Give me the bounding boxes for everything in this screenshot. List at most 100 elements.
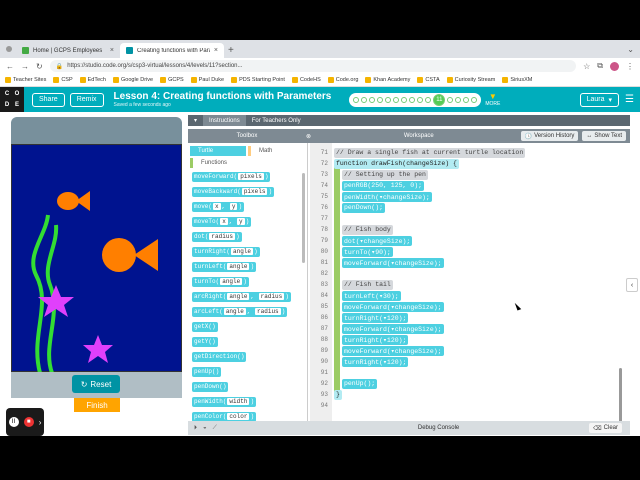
- level-dot[interactable]: [455, 96, 462, 103]
- back-icon[interactable]: ←: [6, 62, 14, 71]
- tab-teachers-only[interactable]: For Teachers Only: [246, 115, 307, 126]
- code-line[interactable]: 93}: [310, 389, 626, 400]
- watch-icon[interactable]: ◒: [203, 425, 207, 432]
- code-block[interactable]: moveForward(▾changeSize);: [342, 257, 444, 268]
- tab-instructions[interactable]: Instructions: [203, 115, 246, 126]
- level-dot[interactable]: [369, 96, 376, 103]
- code-block[interactable]: penUp();: [342, 378, 378, 389]
- finish-button[interactable]: Finish: [74, 398, 120, 412]
- reload-icon[interactable]: ↻: [36, 62, 43, 71]
- code-line[interactable]: 86 turnRight(▾120);: [310, 312, 626, 323]
- user-menu-button[interactable]: Laura ▾: [579, 92, 620, 107]
- toolbox-block-penDown[interactable]: penDown(): [192, 382, 229, 392]
- code-line[interactable]: 75 penWidth(▾changeSize);: [310, 191, 626, 202]
- code-line[interactable]: 92 penUp();: [310, 378, 626, 389]
- code-line[interactable]: 79 dot(▾changeSize);: [310, 235, 626, 246]
- code-block[interactable]: turnRight(▾120);: [342, 356, 409, 367]
- code-line[interactable]: 71 // Draw a single fish at current turtl…: [310, 147, 626, 158]
- code-line[interactable]: 77: [310, 213, 626, 224]
- function-block[interactable]: }: [334, 389, 342, 400]
- code-line[interactable]: 87 moveForward(▾changeSize);: [310, 323, 626, 334]
- code-editor[interactable]: 71 // Draw a single fish at current turtl…: [310, 143, 626, 421]
- code-block[interactable]: moveForward(▾changeSize);: [342, 345, 444, 356]
- window-close-icon[interactable]: [6, 46, 12, 52]
- block-param[interactable]: angle: [227, 263, 250, 270]
- bookmark-item[interactable]: EdTech: [79, 77, 106, 83]
- slider-icon[interactable]: ⟋: [213, 425, 217, 432]
- toolbox-block-penColor[interactable]: penColor(color): [192, 412, 257, 421]
- code-line[interactable]: 74 penRGB(250, 125, 0);: [310, 180, 626, 191]
- block-param[interactable]: angle: [223, 308, 246, 315]
- level-dot[interactable]: [361, 96, 368, 103]
- stop-record-icon[interactable]: ■: [23, 417, 34, 427]
- code-line[interactable]: 82: [310, 268, 626, 279]
- level-dot[interactable]: [409, 96, 416, 103]
- level-dot[interactable]: [447, 96, 454, 103]
- code-line[interactable]: 73 // Setting up the pen: [310, 169, 626, 180]
- block-param[interactable]: pixels: [241, 188, 268, 195]
- bookmark-item[interactable]: Teacher Sites: [5, 77, 46, 83]
- close-tab-icon[interactable]: ×: [110, 47, 114, 54]
- toolbox-block-penWidth[interactable]: penWidth(width): [192, 397, 257, 407]
- toolbox-block-penUp[interactable]: penUp(): [192, 367, 222, 377]
- level-dot[interactable]: [385, 96, 392, 103]
- level-dot[interactable]: [377, 96, 384, 103]
- toolbox-block-arcRight[interactable]: arcRight(angle, radius): [192, 292, 291, 302]
- browser-tab-current[interactable]: Creating functions with Param ×: [120, 43, 224, 58]
- toolbox-block-turnRight[interactable]: turnRight(angle): [192, 247, 260, 257]
- block-param[interactable]: angle: [227, 293, 250, 300]
- code-line[interactable]: 89 moveForward(▾changeSize);: [310, 345, 626, 356]
- bookmark-item[interactable]: PDS Starting Point: [231, 77, 285, 83]
- code-line[interactable]: 76 penDown();: [310, 202, 626, 213]
- code-line[interactable]: 91: [310, 367, 626, 378]
- comment-block[interactable]: // Fish tail: [342, 279, 393, 290]
- collapse-icon[interactable]: ▾: [188, 115, 203, 126]
- toolbox-block-getX[interactable]: getX(): [192, 322, 218, 332]
- block-param[interactable]: radius: [258, 293, 285, 300]
- block-param[interactable]: width: [227, 398, 250, 405]
- url-field[interactable]: 🔒 https://studio.code.org/s/csp3-virtual…: [49, 60, 577, 72]
- level-dot[interactable]: [425, 96, 432, 103]
- show-text-button[interactable]: ↔ Show Text: [582, 131, 626, 141]
- bookmark-item[interactable]: Khan Academy: [365, 77, 410, 83]
- block-param[interactable]: x: [220, 218, 228, 225]
- comment-block[interactable]: // Setting up the pen: [342, 169, 428, 180]
- pause-icon[interactable]: II: [8, 417, 19, 427]
- extensions-icon[interactable]: ⧉: [597, 61, 603, 71]
- code-line[interactable]: 84 turnLeft(▾30);: [310, 290, 626, 301]
- bookmark-item[interactable]: CSP: [53, 77, 73, 83]
- bookmark-item[interactable]: Paul Duke: [190, 77, 224, 83]
- forward-icon[interactable]: →: [21, 62, 29, 71]
- toolbox-block-move[interactable]: move(x, y): [192, 202, 245, 212]
- current-level-dot[interactable]: 11: [433, 93, 446, 106]
- code-line[interactable]: 78 // Fish body: [310, 224, 626, 235]
- more-button[interactable]: ▼ MORE: [485, 92, 500, 107]
- hamburger-menu-icon[interactable]: ☰: [625, 94, 634, 105]
- code-line[interactable]: 94: [310, 400, 626, 411]
- level-dot[interactable]: [417, 96, 424, 103]
- block-param[interactable]: radius: [255, 308, 281, 315]
- category-turtle[interactable]: Turtle: [190, 146, 246, 156]
- code-line[interactable]: 88 turnRight(▾120);: [310, 334, 626, 345]
- comment-block[interactable]: // Draw a single fish at current turtle …: [334, 147, 526, 158]
- toolbox-block-moveForward[interactable]: moveForward(pixels): [192, 172, 271, 182]
- toolbox-block-getY[interactable]: getY(): [192, 337, 218, 347]
- block-param[interactable]: radius: [209, 233, 236, 240]
- category-functions[interactable]: Functions: [190, 158, 246, 168]
- level-dot[interactable]: [353, 96, 360, 103]
- bookmark-item[interactable]: Curiosity Stream: [446, 77, 495, 83]
- function-block[interactable]: function drawFish(changeSize) {: [334, 158, 459, 169]
- code-block[interactable]: penWidth(▾changeSize);: [342, 191, 432, 202]
- bookmark-item[interactable]: Code.org: [327, 77, 358, 83]
- code-block[interactable]: dot(▾changeSize);: [342, 235, 413, 246]
- level-dot[interactable]: [393, 96, 400, 103]
- level-dot[interactable]: [463, 96, 470, 103]
- toolbox-scrollbar[interactable]: [302, 173, 305, 263]
- code-block[interactable]: turnTo(▾90);: [342, 246, 393, 257]
- toolbox-block-moveTo[interactable]: moveTo(x, y): [192, 217, 252, 227]
- block-param[interactable]: angle: [220, 278, 243, 285]
- star-icon[interactable]: ☆: [583, 62, 590, 71]
- toolbox-block-dot[interactable]: dot(radius): [192, 232, 242, 242]
- code-block[interactable]: penRGB(250, 125, 0);: [342, 180, 425, 191]
- block-param[interactable]: angle: [231, 248, 254, 255]
